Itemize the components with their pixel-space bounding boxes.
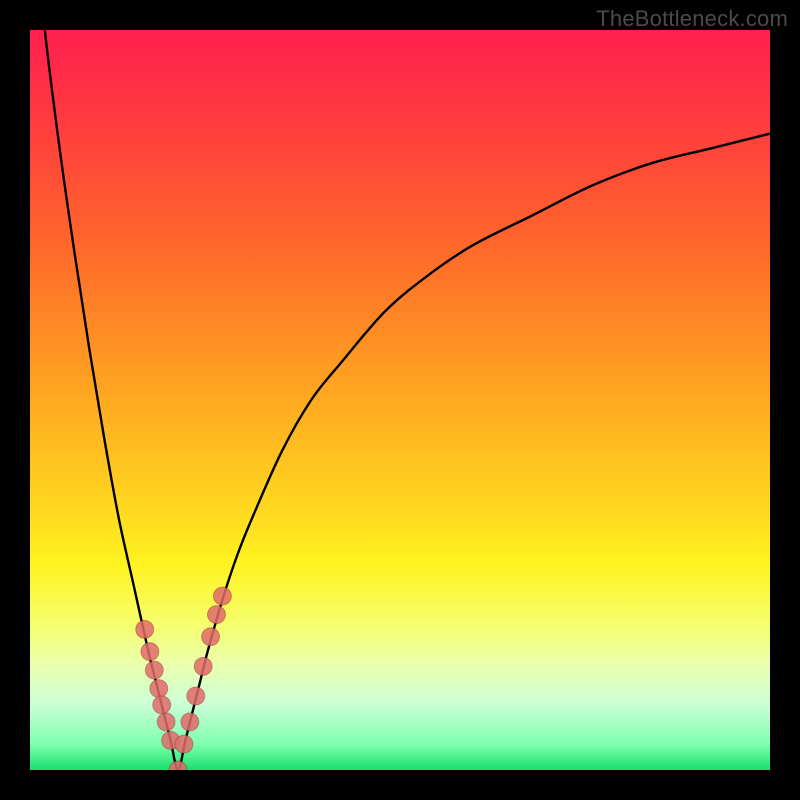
marker-point: [187, 687, 205, 705]
plot-area: [30, 30, 770, 770]
marker-point: [202, 628, 220, 646]
marker-point: [207, 606, 225, 624]
chart-frame: TheBottleneck.com: [0, 0, 800, 800]
marker-point: [194, 657, 212, 675]
marker-point: [157, 713, 175, 731]
marker-point: [175, 735, 193, 753]
marker-point: [153, 696, 171, 714]
marker-point: [145, 661, 163, 679]
marker-point: [136, 620, 154, 638]
watermark-text: TheBottleneck.com: [596, 6, 788, 32]
marker-point: [141, 643, 159, 661]
marker-point: [181, 713, 199, 731]
gradient-background: [30, 30, 770, 770]
marker-point: [213, 587, 231, 605]
marker-point: [150, 680, 168, 698]
bottleneck-chart: [30, 30, 770, 770]
